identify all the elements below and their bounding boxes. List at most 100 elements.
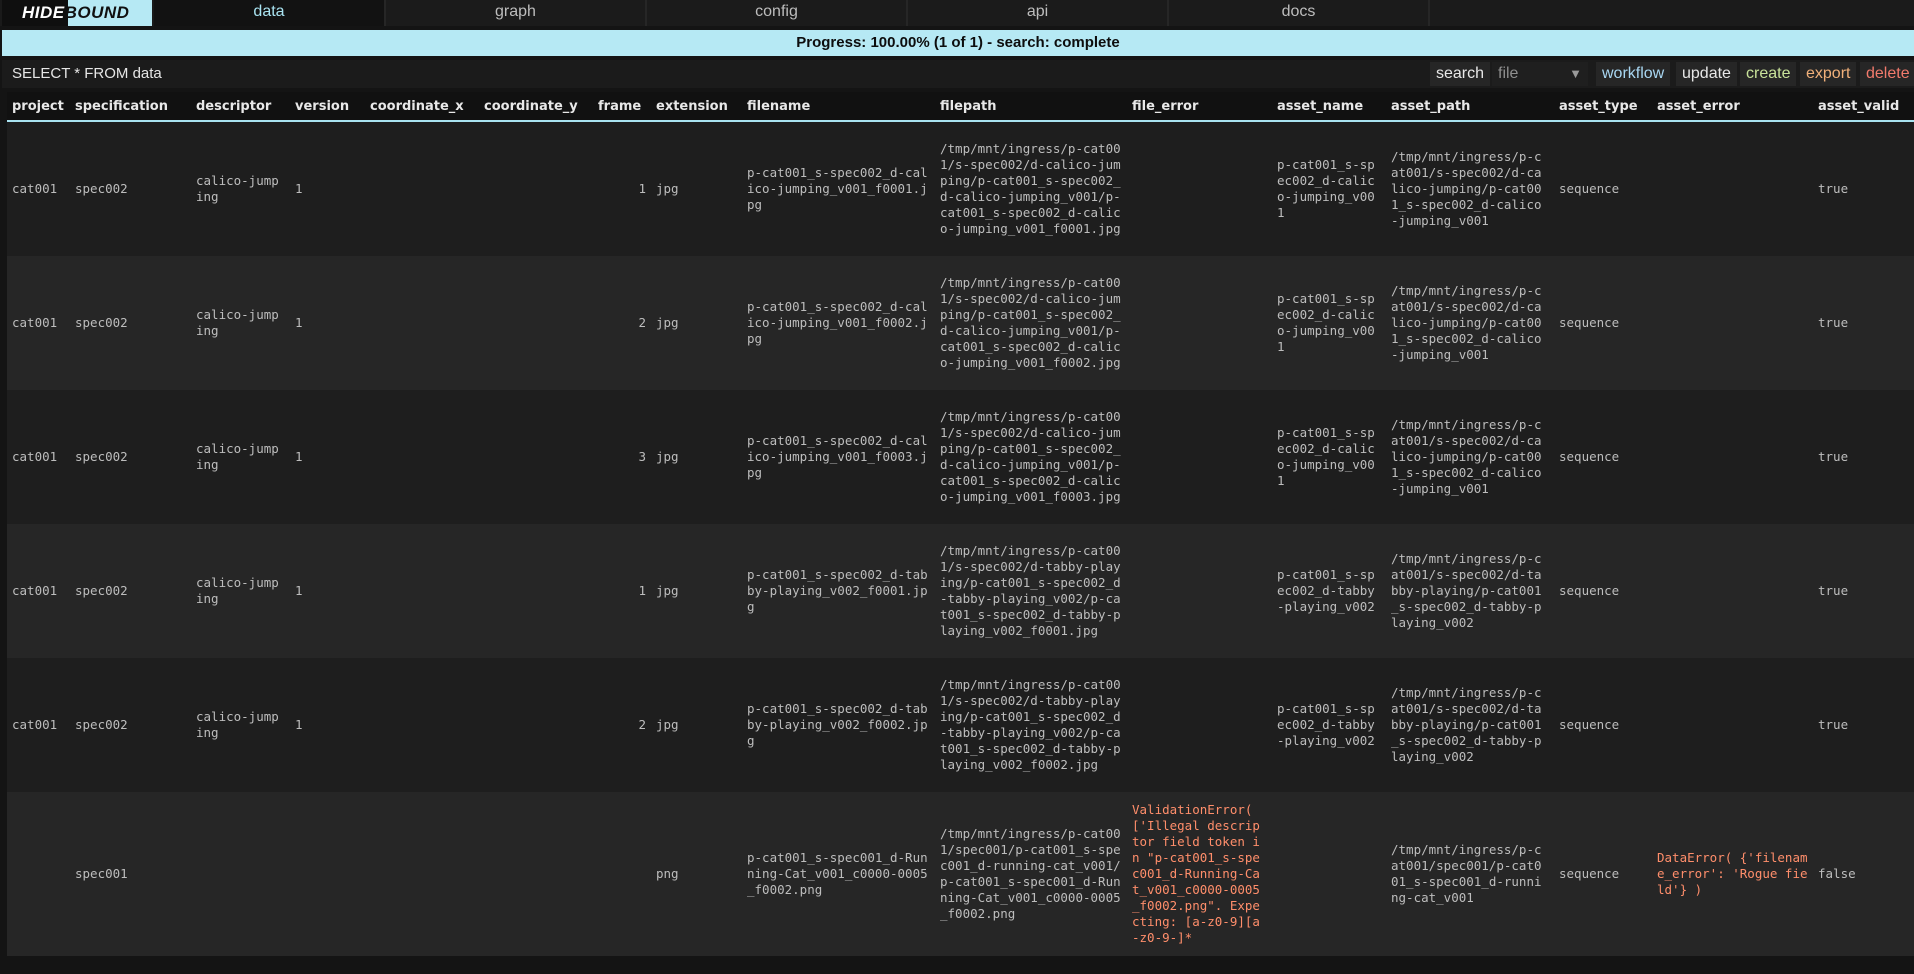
cell-asset-name (1272, 792, 1386, 956)
cell-coordinate-y (479, 256, 593, 390)
table-row[interactable]: spec001 png p-cat001_s-spec001_d-Running-C… (7, 792, 1914, 956)
cell-file-error (1127, 658, 1272, 792)
column-header-asset-path[interactable]: asset_path (1386, 92, 1554, 122)
cell-filename: p-cat001_s-spec002_d-tabby-playing_v002_… (742, 658, 935, 792)
cell-extension: png (651, 792, 742, 956)
column-header-asset-name[interactable]: asset_name (1272, 92, 1386, 122)
cell-specification: spec001 (70, 792, 191, 956)
cell-asset-name: p-cat001_s-spec002_d-tabby-playing_v002 (1272, 524, 1386, 658)
cell-project (7, 792, 70, 956)
cell-filename: p-cat001_s-spec002_d-tabby-playing_v002_… (742, 524, 935, 658)
cell-asset-type: sequence (1554, 121, 1652, 256)
tab-api[interactable]: api (908, 0, 1169, 26)
cell-asset-error (1652, 658, 1813, 792)
cell-coordinate-x (365, 658, 479, 792)
cell-asset-type: sequence (1554, 256, 1652, 390)
cell-asset-error (1652, 256, 1813, 390)
cell-specification: spec002 (70, 121, 191, 256)
search-button[interactable]: search (1430, 62, 1491, 86)
column-header-version[interactable]: version (290, 92, 365, 122)
cell-asset-error (1652, 390, 1813, 524)
cell-coordinate-y (479, 390, 593, 524)
cell-version: 1 (290, 256, 365, 390)
data-table-container[interactable]: project specification descriptor version… (7, 92, 1914, 974)
cell-version: 1 (290, 390, 365, 524)
table-row[interactable]: cat001 spec002 calico-jumping 1 1 jpg p-cat001… (7, 121, 1914, 256)
tab-docs[interactable]: docs (1169, 0, 1430, 26)
table-body: cat001 spec002 calico-jumping 1 1 jpg p-cat001… (7, 121, 1914, 956)
tab-data[interactable]: data (154, 0, 386, 26)
cell-frame: 2 (593, 658, 651, 792)
cell-file-error (1127, 524, 1272, 658)
cell-filepath: /tmp/mnt/ingress/p-cat001/s-spec002/d-ca… (935, 121, 1127, 256)
cell-frame: 2 (593, 256, 651, 390)
cell-project: cat001 (7, 658, 70, 792)
cell-specification: spec002 (70, 658, 191, 792)
cell-coordinate-x (365, 524, 479, 658)
cell-descriptor: calico-jumping (191, 256, 290, 390)
cell-asset-name: p-cat001_s-spec002_d-calico-jumping_v001 (1272, 256, 1386, 390)
cell-filepath: /tmp/mnt/ingress/p-cat001/s-spec002/d-ca… (935, 390, 1127, 524)
data-table: project specification descriptor version… (7, 92, 1914, 956)
column-header-filepath[interactable]: filepath (935, 92, 1127, 122)
cell-filename: p-cat001_s-spec002_d-calico-jumping_v001… (742, 256, 935, 390)
cell-specification: spec002 (70, 524, 191, 658)
column-header-asset-type[interactable]: asset_type (1554, 92, 1652, 122)
cell-version (290, 792, 365, 956)
table-row[interactable]: cat001 spec002 calico-jumping 1 2 jpg p-cat001… (7, 256, 1914, 390)
cell-frame: 1 (593, 524, 651, 658)
column-header-coordinate-x[interactable]: coordinate_x (365, 92, 479, 122)
tab-spacer (1430, 0, 1914, 26)
cell-asset-error: DataError( {'filename_error': 'Rogue fie… (1652, 792, 1813, 956)
cell-coordinate-x (365, 121, 479, 256)
cell-file-error (1127, 390, 1272, 524)
cell-descriptor: calico-jumping (191, 658, 290, 792)
column-header-coordinate-y[interactable]: coordinate_y (479, 92, 593, 122)
column-header-extension[interactable]: extension (651, 92, 742, 122)
cell-coordinate-x (365, 390, 479, 524)
update-button[interactable]: update (1676, 62, 1737, 86)
column-header-file-error[interactable]: file_error (1127, 92, 1272, 122)
table-row[interactable]: cat001 spec002 calico-jumping 1 1 jpg p-cat001… (7, 524, 1914, 658)
table-row[interactable]: cat001 spec002 calico-jumping 1 3 jpg p-cat001… (7, 390, 1914, 524)
workflow-button[interactable]: workflow (1596, 62, 1671, 86)
delete-button[interactable]: delete (1860, 62, 1914, 86)
cell-descriptor: calico-jumping (191, 524, 290, 658)
cell-asset-path: /tmp/mnt/ingress/p-cat001/s-spec002/d-ca… (1386, 121, 1554, 256)
column-header-filename[interactable]: filename (742, 92, 935, 122)
column-header-asset-valid[interactable]: asset_valid (1813, 92, 1914, 122)
cell-asset-valid: false (1813, 792, 1914, 956)
logo-text-part1: HIDE (22, 3, 65, 22)
cell-asset-type: sequence (1554, 792, 1652, 956)
export-button[interactable]: export (1800, 62, 1857, 86)
group-by-dropdown[interactable]: file ▼ (1492, 62, 1588, 86)
cell-asset-valid: true (1813, 121, 1914, 256)
logo-text-part2: BOUND (64, 3, 130, 22)
cell-asset-path: /tmp/mnt/ingress/p-cat001/s-spec002/d-ca… (1386, 390, 1554, 524)
cell-asset-name: p-cat001_s-spec002_d-calico-jumping_v001 (1272, 390, 1386, 524)
top-nav: HIDEBOUND data graph config api docs (0, 0, 1914, 26)
column-header-descriptor[interactable]: descriptor (191, 92, 290, 122)
column-header-specification[interactable]: specification (70, 92, 191, 122)
cell-file-error (1127, 256, 1272, 390)
query-input[interactable]: SELECT * FROM data (12, 60, 162, 88)
cell-asset-type: sequence (1554, 658, 1652, 792)
cell-coordinate-y (479, 121, 593, 256)
column-header-project[interactable]: project (7, 92, 70, 122)
table-row[interactable]: cat001 spec002 calico-jumping 1 2 jpg p-cat001… (7, 658, 1914, 792)
column-header-frame[interactable]: frame (593, 92, 651, 122)
cell-coordinate-y (479, 658, 593, 792)
cell-specification: spec002 (70, 390, 191, 524)
tab-graph[interactable]: graph (386, 0, 647, 26)
tab-config[interactable]: config (647, 0, 908, 26)
cell-frame (593, 792, 651, 956)
cell-project: cat001 (7, 524, 70, 658)
create-button[interactable]: create (1740, 62, 1797, 86)
cell-coordinate-x (365, 256, 479, 390)
cell-version: 1 (290, 658, 365, 792)
column-header-asset-error[interactable]: asset_error (1652, 92, 1813, 122)
cell-descriptor (191, 792, 290, 956)
cell-frame: 3 (593, 390, 651, 524)
cell-asset-error (1652, 121, 1813, 256)
cell-filepath: /tmp/mnt/ingress/p-cat001/s-spec002/d-ta… (935, 524, 1127, 658)
